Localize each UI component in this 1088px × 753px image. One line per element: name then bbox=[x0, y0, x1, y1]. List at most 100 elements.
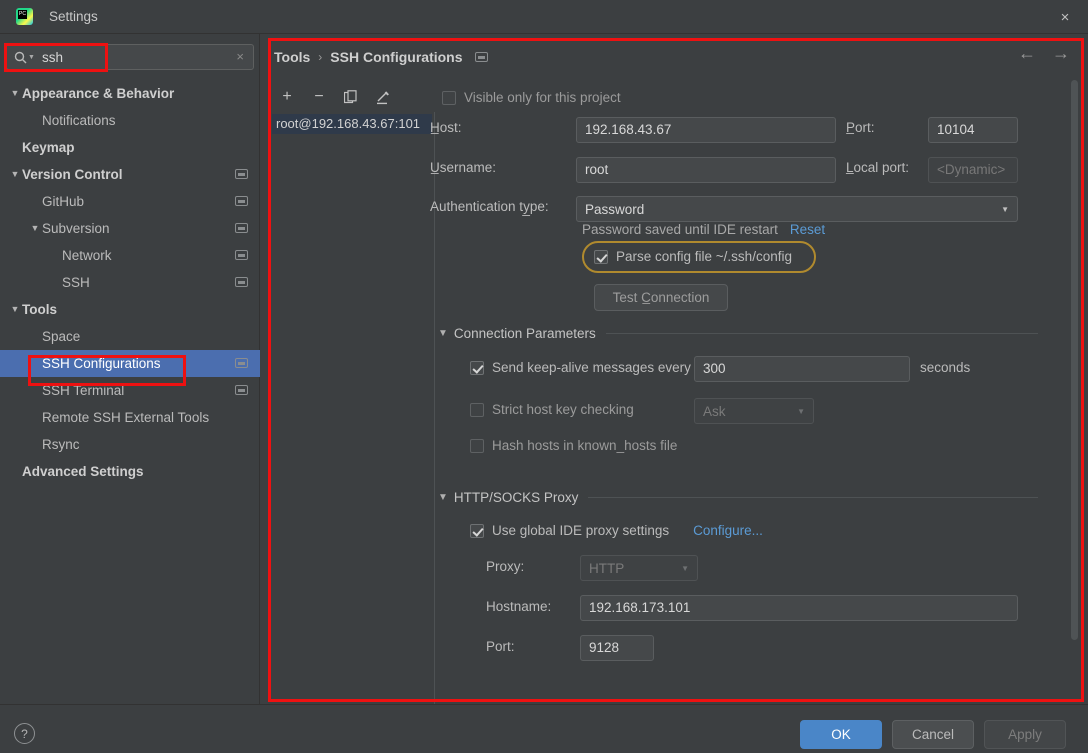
sidebar-item-label: SSH bbox=[62, 275, 90, 290]
breadcrumb-separator: › bbox=[318, 50, 323, 64]
host-input[interactable]: 192.168.43.67 bbox=[576, 117, 836, 143]
strict-host-key-checkbox[interactable]: Strict host key checking bbox=[470, 402, 634, 417]
sidebar-item-label: Network bbox=[62, 248, 112, 263]
checkbox-box bbox=[442, 90, 456, 105]
sidebar-item-label: SSH Configurations bbox=[42, 356, 161, 371]
local-port-input[interactable]: <Dynamic> bbox=[928, 157, 1018, 183]
configure-proxy-link[interactable]: Configure... bbox=[693, 523, 763, 538]
hash-hosts-checkbox[interactable]: Hash hosts in known_hosts file bbox=[470, 438, 677, 453]
chevron-down-icon[interactable]: ▼ bbox=[28, 223, 42, 233]
navigation-arrows: ← → bbox=[1018, 44, 1070, 62]
back-arrow-icon[interactable]: ← bbox=[1018, 44, 1036, 62]
search-input[interactable]: ▼ ssh × bbox=[6, 44, 254, 70]
search-icon bbox=[14, 51, 27, 64]
keep-alive-interval-input[interactable]: 300 bbox=[694, 356, 910, 382]
sidebar-item-remote-ssh-external-tools[interactable]: ▼Remote SSH External Tools bbox=[0, 404, 260, 431]
dialog-footer: ? OK Cancel Apply CSDN @beneficial bbox=[0, 704, 1088, 753]
close-icon[interactable]: × bbox=[1042, 0, 1088, 34]
chevron-down-icon[interactable]: ▼ bbox=[8, 88, 22, 98]
port-input[interactable]: 10104 bbox=[928, 117, 1018, 143]
remove-configuration-button[interactable]: − bbox=[310, 88, 328, 106]
use-global-proxy-checkbox[interactable]: Use global IDE proxy settings bbox=[470, 523, 669, 538]
sidebar-item-ssh-terminal[interactable]: ▼SSH Terminal bbox=[0, 377, 260, 404]
port-label: P̲ort: bbox=[846, 120, 875, 135]
parse-config-checkbox[interactable]: Parse config file ~/.ssh/config bbox=[594, 249, 792, 264]
copy-icon[interactable] bbox=[342, 88, 360, 106]
checkbox-box bbox=[470, 438, 484, 453]
checkbox-box bbox=[470, 360, 484, 375]
local-port-label: L̲ocal port: bbox=[846, 160, 910, 175]
sidebar-item-ssh-configurations[interactable]: ▼SSH Configurations bbox=[0, 350, 260, 377]
strict-host-key-select[interactable]: Ask ▼ bbox=[694, 398, 814, 424]
sidebar-item-rsync[interactable]: ▼Rsync bbox=[0, 431, 260, 458]
sidebar-item-ssh[interactable]: ▼SSH bbox=[0, 269, 260, 296]
proxy-port-input[interactable]: 9128 bbox=[580, 635, 654, 661]
chevron-down-icon[interactable]: ▼ bbox=[8, 169, 22, 179]
visible-only-label: Visible only for this project bbox=[464, 90, 621, 105]
project-scope-icon bbox=[235, 169, 248, 179]
divider bbox=[605, 333, 1038, 334]
username-label: U̲sername: bbox=[430, 160, 497, 175]
chevron-down-icon[interactable]: ▼ bbox=[28, 54, 35, 61]
sidebar-item-github[interactable]: ▼GitHub bbox=[0, 188, 260, 215]
apply-button[interactable]: Apply bbox=[984, 720, 1066, 749]
chevron-down-icon: ▼ bbox=[438, 492, 448, 503]
settings-main-panel: Tools › SSH Configurations ← → + − root@… bbox=[262, 36, 1086, 718]
list-item[interactable]: root@192.168.43.67:101 bbox=[272, 114, 432, 134]
proxy-title: HTTP/SOCKS Proxy bbox=[453, 490, 579, 505]
main-vertical-scrollbar[interactable] bbox=[1071, 80, 1078, 640]
keep-alive-unit-label: seconds bbox=[920, 360, 971, 375]
keep-alive-label: Send keep-alive messages every bbox=[492, 360, 691, 375]
hash-hosts-label: Hash hosts in known_hosts file bbox=[492, 438, 678, 453]
chevron-down-icon: ▼ bbox=[438, 328, 448, 339]
chevron-down-icon: ▼ bbox=[681, 563, 689, 573]
clear-search-icon[interactable]: × bbox=[236, 49, 244, 64]
breadcrumb-root[interactable]: Tools bbox=[274, 49, 310, 65]
proxy-hostname-input[interactable]: 192.168.173.101 bbox=[580, 595, 1018, 621]
settings-sidebar: ▼ ssh × ▼Appearance & Behavior▼Notificat… bbox=[0, 34, 260, 704]
chevron-down-icon[interactable]: ▼ bbox=[8, 304, 22, 314]
sidebar-item-version-control[interactable]: ▼ Version Control bbox=[0, 161, 260, 188]
help-button[interactable]: ? bbox=[14, 723, 35, 744]
sidebar-item-tools[interactable]: ▼ Tools bbox=[0, 296, 260, 323]
sidebar-item-space[interactable]: ▼Space bbox=[0, 323, 260, 350]
sidebar-item-label: GitHub bbox=[42, 194, 85, 209]
sidebar-item-label: SSH Terminal bbox=[42, 383, 125, 398]
sidebar-item-appearance-behavior[interactable]: ▼ Appearance & Behavior bbox=[0, 80, 260, 107]
proxy-hostname-label: Hostname: bbox=[486, 599, 552, 614]
sidebar-item-label: Remote SSH External Tools bbox=[42, 410, 210, 425]
breadcrumb-leaf[interactable]: SSH Configurations bbox=[330, 49, 462, 65]
use-global-proxy-label: Use global IDE proxy settings bbox=[492, 523, 670, 538]
proxy-group-header[interactable]: ▼ HTTP/SOCKS Proxy bbox=[438, 490, 1038, 505]
connection-parameters-group-header[interactable]: ▼ Connection Parameters bbox=[438, 326, 1038, 341]
visible-only-checkbox[interactable]: Visible only for this project bbox=[442, 90, 621, 105]
sidebar-item-notifications[interactable]: ▼Notifications bbox=[0, 107, 260, 134]
test-connection-button[interactable]: Test C̲onnection bbox=[594, 284, 728, 311]
cancel-button[interactable]: Cancel bbox=[892, 720, 974, 749]
search-value: ssh bbox=[41, 49, 63, 65]
checkbox-box bbox=[470, 523, 484, 538]
authentication-type-label: Authentication ty̲pe: bbox=[430, 199, 549, 214]
password-note: Password saved until IDE restart bbox=[582, 222, 778, 237]
reset-password-link[interactable]: Reset bbox=[790, 222, 825, 237]
sidebar-item-keymap[interactable]: ▼Keymap bbox=[0, 134, 260, 161]
sidebar-item-network[interactable]: ▼Network bbox=[0, 242, 260, 269]
ssh-configuration-form: Visible only for this project H̲ost: 192… bbox=[430, 86, 1062, 706]
ok-button[interactable]: OK bbox=[800, 720, 882, 749]
add-configuration-button[interactable]: + bbox=[278, 88, 296, 106]
proxy-type-select[interactable]: HTTP ▼ bbox=[580, 555, 698, 581]
forward-arrow-icon[interactable]: → bbox=[1052, 44, 1070, 62]
project-scope-icon bbox=[235, 277, 248, 287]
ssh-configuration-list[interactable]: root@192.168.43.67:101 bbox=[272, 114, 432, 674]
proxy-port-label: Port: bbox=[486, 639, 515, 654]
sidebar-item-advanced-settings[interactable]: ▼Advanced Settings bbox=[0, 458, 260, 485]
pencil-icon[interactable] bbox=[374, 88, 392, 106]
sidebar-item-label: Appearance & Behavior bbox=[22, 86, 175, 101]
sidebar-item-subversion[interactable]: ▼ Subversion bbox=[0, 215, 260, 242]
keep-alive-checkbox[interactable]: Send keep-alive messages every bbox=[470, 360, 691, 375]
checkbox-box bbox=[470, 402, 484, 417]
authentication-type-select[interactable]: Password ▼ bbox=[576, 196, 1018, 222]
project-scope-icon bbox=[235, 385, 248, 395]
username-input[interactable]: root bbox=[576, 157, 836, 183]
host-label: H̲ost: bbox=[430, 120, 462, 135]
